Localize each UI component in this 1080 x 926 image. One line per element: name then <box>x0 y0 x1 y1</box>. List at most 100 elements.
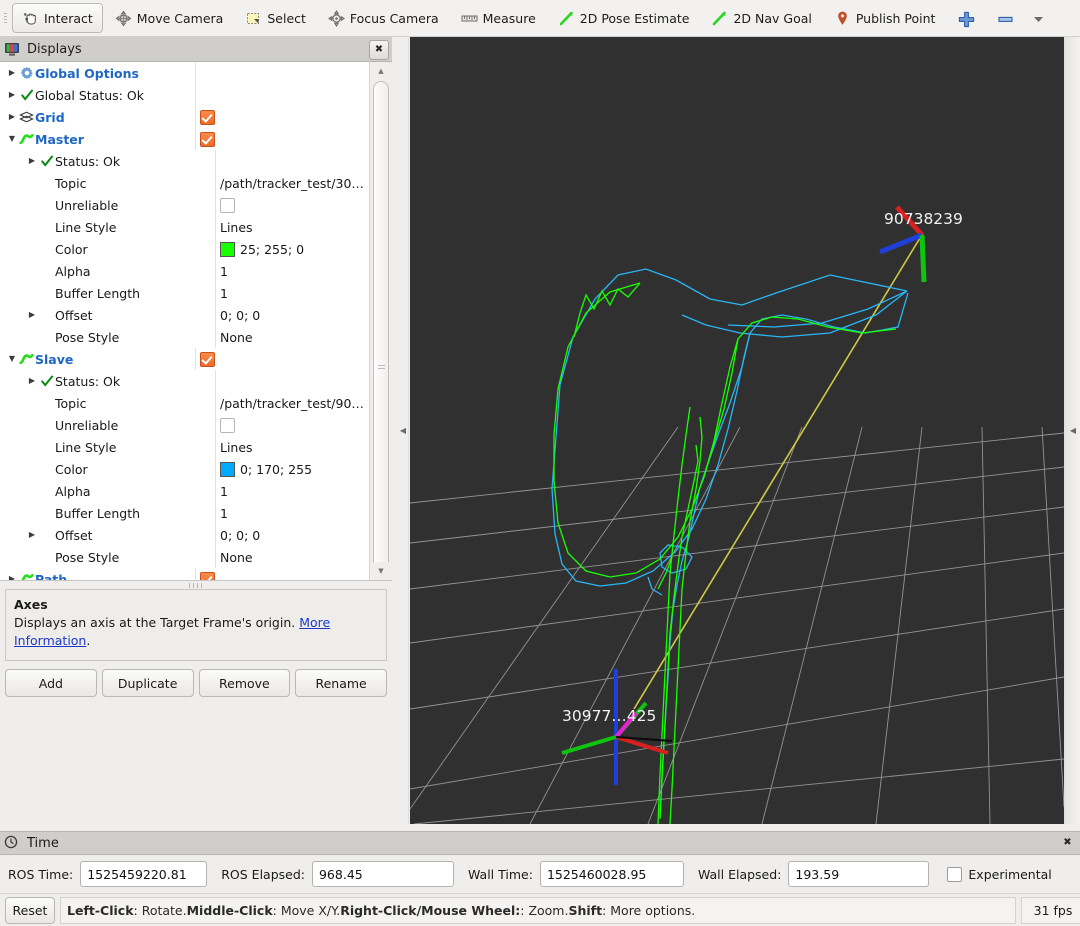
tree-row[interactable]: ▶Topic/path/tracker_test/30977… <box>0 172 370 194</box>
collapse-right-panel-button[interactable]: ◀ <box>1064 37 1080 824</box>
tree-row-value-cell[interactable] <box>195 128 370 150</box>
time-field-input[interactable]: 1525460028.95 <box>539 861 684 887</box>
collapse-left-panel-button[interactable]: ◀ <box>398 37 409 824</box>
toolbar-button-focus-camera[interactable]: Focus Camera <box>318 3 449 33</box>
toolbar-button-select[interactable]: Select <box>235 3 316 33</box>
experimental-checkbox[interactable] <box>947 866 963 882</box>
time-field-input[interactable]: 193.59 <box>788 861 930 887</box>
tree-row-value-cell[interactable]: 1 <box>215 282 370 304</box>
chevron-down-icon[interactable]: ▼ <box>6 135 18 143</box>
tree-row[interactable]: ▶Alpha1 <box>0 260 370 282</box>
tree-row[interactable]: ▶Unreliable <box>0 194 370 216</box>
enable-checkbox[interactable] <box>220 197 235 213</box>
toolbar-button-2d-nav-goal[interactable]: 2D Nav Goal <box>701 3 821 33</box>
close-icon[interactable]: ✖ <box>1059 834 1076 851</box>
tree-row[interactable]: ▶ Status: Ok <box>0 370 370 392</box>
tree-row-value-cell[interactable]: Lines <box>215 436 370 458</box>
tree-row-value-cell[interactable]: None <box>215 326 370 348</box>
enable-checkbox[interactable] <box>200 571 215 580</box>
tree-row[interactable]: ▼ Master <box>0 128 370 150</box>
toolbar-button-move-camera[interactable]: Move Camera <box>105 3 234 33</box>
panel-splitter[interactable] <box>0 581 392 589</box>
tree-row-value-cell[interactable] <box>215 370 370 392</box>
tree-row-value-cell[interactable]: 0; 0; 0 <box>215 304 370 326</box>
displays-tree[interactable]: ▶ Global Options ▶ Global Status: Ok ▶ Grid ▼ M… <box>0 62 370 580</box>
chevron-right-icon[interactable]: ▶ <box>26 157 38 165</box>
tree-row[interactable]: ▶ Path <box>0 568 370 580</box>
tree-row[interactable]: ▶ Offset 0; 0; 0 <box>0 304 370 326</box>
chevron-right-icon[interactable]: ▶ <box>6 91 18 99</box>
time-field-input[interactable]: 1525459220.81 <box>80 861 208 887</box>
toolbar-button-plus[interactable] <box>947 3 984 33</box>
chevron-down-icon[interactable] <box>1030 10 1047 27</box>
tree-row[interactable]: ▶Pose StyleNone <box>0 546 370 568</box>
chevron-down-icon[interactable]: ▼ <box>6 355 18 363</box>
enable-checkbox[interactable] <box>200 109 215 125</box>
tree-row-value-cell[interactable]: /path/tracker_test/90738… <box>215 392 370 414</box>
enable-checkbox[interactable] <box>220 417 235 433</box>
displays-scrollbar[interactable]: ▲ ▼ <box>369 62 392 580</box>
scroll-down-button[interactable]: ▼ <box>370 562 392 580</box>
tree-row[interactable]: ▶Alpha1 <box>0 480 370 502</box>
remove-button[interactable]: Remove <box>198 669 291 697</box>
experimental-checkbox-row[interactable]: Experimental <box>947 866 1052 882</box>
tree-row-value-cell[interactable] <box>195 348 370 370</box>
tree-row[interactable]: ▶Color25; 255; 0 <box>0 238 370 260</box>
tree-row-value-cell[interactable] <box>195 84 370 106</box>
tree-row-value-cell[interactable] <box>195 62 370 84</box>
toolbar-drag-handle[interactable] <box>0 0 11 36</box>
chevron-right-icon[interactable]: ▶ <box>6 69 18 77</box>
toolbar-button-publish-point[interactable]: Publish Point <box>824 3 946 33</box>
tree-row[interactable]: ▼ Slave <box>0 348 370 370</box>
tree-row-value-cell[interactable]: 1 <box>215 260 370 282</box>
chevron-right-icon[interactable]: ▶ <box>26 531 38 539</box>
tree-row[interactable]: ▶Line StyleLines <box>0 216 370 238</box>
scrollbar-thumb[interactable] <box>373 81 389 580</box>
tree-row[interactable]: ▶ Grid <box>0 106 370 128</box>
tree-row[interactable]: ▶Line StyleLines <box>0 436 370 458</box>
reset-button[interactable]: Reset <box>5 897 55 924</box>
enable-checkbox[interactable] <box>200 131 215 147</box>
tree-row-value-cell[interactable] <box>215 150 370 172</box>
tree-row-value-cell[interactable]: 0; 170; 255 <box>215 458 370 480</box>
toolbar-button-2d-pose-estimate[interactable]: 2D Pose Estimate <box>548 3 700 33</box>
scroll-up-button[interactable]: ▲ <box>370 62 392 80</box>
render-viewport[interactable]: 90738239 30977…425 <box>410 37 1064 824</box>
tree-row[interactable]: ▶Buffer Length1 <box>0 502 370 524</box>
tree-row[interactable]: ▶ Global Status: Ok <box>0 84 370 106</box>
time-field-input[interactable]: 968.45 <box>311 861 454 887</box>
add-button[interactable]: Add <box>5 669 97 697</box>
tree-row-value-cell[interactable]: 25; 255; 0 <box>215 238 370 260</box>
tree-row-value-cell[interactable] <box>195 106 370 128</box>
chevron-right-icon[interactable]: ▶ <box>6 113 18 121</box>
tree-row[interactable]: ▶ Status: Ok <box>0 150 370 172</box>
tree-row-value-cell[interactable]: 0; 0; 0 <box>215 524 370 546</box>
tree-row-value-cell[interactable] <box>215 414 370 436</box>
toolbar-button-minus[interactable] <box>986 3 1023 33</box>
tree-row[interactable]: ▶Pose StyleNone <box>0 326 370 348</box>
tree-row[interactable]: ▶ Global Options <box>0 62 370 84</box>
toolbar-button-interact[interactable]: Interact <box>12 3 103 33</box>
close-icon[interactable]: ✖ <box>369 40 389 60</box>
tree-row[interactable]: ▶Unreliable <box>0 414 370 436</box>
tree-row-value-cell[interactable]: 1 <box>215 502 370 524</box>
toolbar-button-measure[interactable]: Measure <box>451 3 546 33</box>
tree-row-value-cell[interactable] <box>195 568 370 580</box>
tree-row[interactable]: ▶ Offset 0; 0; 0 <box>0 524 370 546</box>
tree-row[interactable]: ▶Color0; 170; 255 <box>0 458 370 480</box>
tree-row[interactable]: ▶Topic/path/tracker_test/90738… <box>0 392 370 414</box>
chevron-right-icon[interactable]: ▶ <box>26 311 38 319</box>
tree-row-value-cell[interactable]: 1 <box>215 480 370 502</box>
tree-row-value-cell[interactable]: /path/tracker_test/30977… <box>215 172 370 194</box>
chevron-right-icon[interactable]: ▶ <box>6 575 18 581</box>
duplicate-button[interactable]: Duplicate <box>101 669 194 697</box>
tree-row-value-cell[interactable] <box>215 194 370 216</box>
tree-row[interactable]: ▶Buffer Length1 <box>0 282 370 304</box>
tree-row-value-cell[interactable]: Lines <box>215 216 370 238</box>
enable-checkbox[interactable] <box>200 351 215 367</box>
rename-button[interactable]: Rename <box>295 669 387 697</box>
color-swatch[interactable] <box>220 241 235 257</box>
tree-row-value-cell[interactable]: None <box>215 546 370 568</box>
chevron-right-icon[interactable]: ▶ <box>26 377 38 385</box>
color-swatch[interactable] <box>220 461 235 477</box>
